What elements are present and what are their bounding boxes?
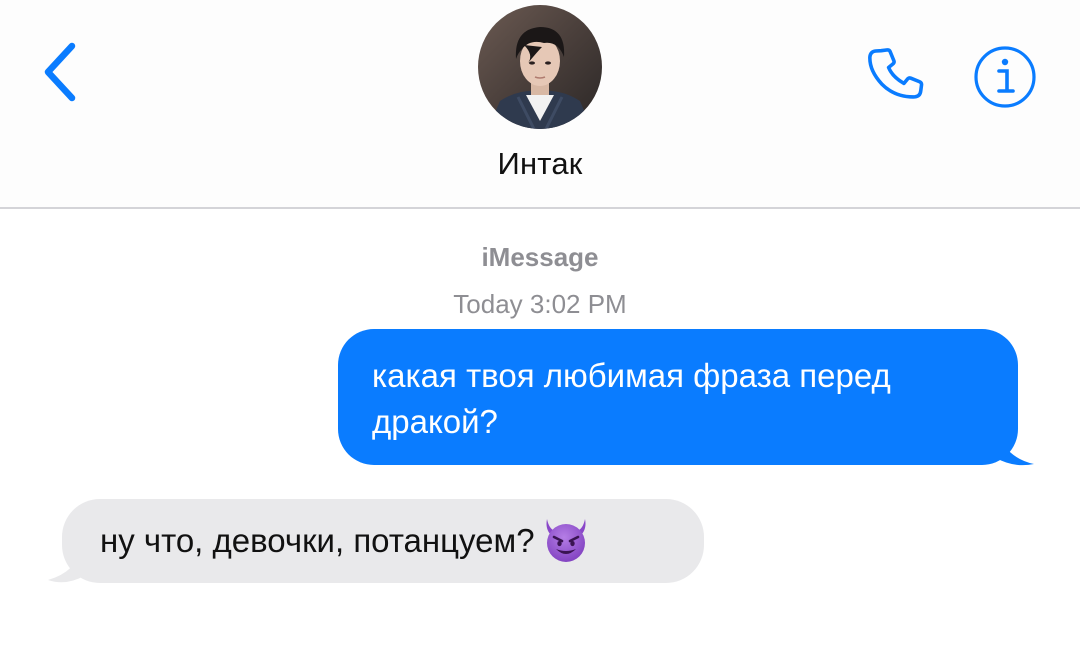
avatar-photo bbox=[478, 5, 602, 129]
contact-avatar[interactable] bbox=[478, 5, 602, 129]
call-button[interactable] bbox=[860, 40, 932, 112]
service-label: iMessage bbox=[481, 242, 599, 272]
info-icon bbox=[974, 46, 1036, 108]
smiling-imp-emoji bbox=[546, 519, 586, 563]
conversation-header: Интак bbox=[0, 0, 1080, 209]
message-timestamp: Today 3:02 PM bbox=[453, 289, 627, 319]
outgoing-message-bubble[interactable]: какая твоя любимая фраза перед дракой? bbox=[338, 329, 1018, 465]
outgoing-message-text: какая твоя любимая фраза перед дракой? bbox=[372, 357, 891, 440]
info-button[interactable] bbox=[972, 44, 1038, 110]
phone-icon bbox=[868, 48, 924, 99]
incoming-message-text: ну что, девочки, потанцуем? bbox=[100, 522, 535, 559]
imessage-conversation: Интак iMessage Today 3:02 PM какая твоя … bbox=[0, 0, 1080, 668]
incoming-message-bubble[interactable]: ну что, девочки, потанцуем? bbox=[62, 499, 704, 583]
chevron-left-icon bbox=[44, 42, 76, 102]
contact-name[interactable]: Интак bbox=[0, 146, 1080, 182]
back-button[interactable] bbox=[30, 36, 90, 108]
